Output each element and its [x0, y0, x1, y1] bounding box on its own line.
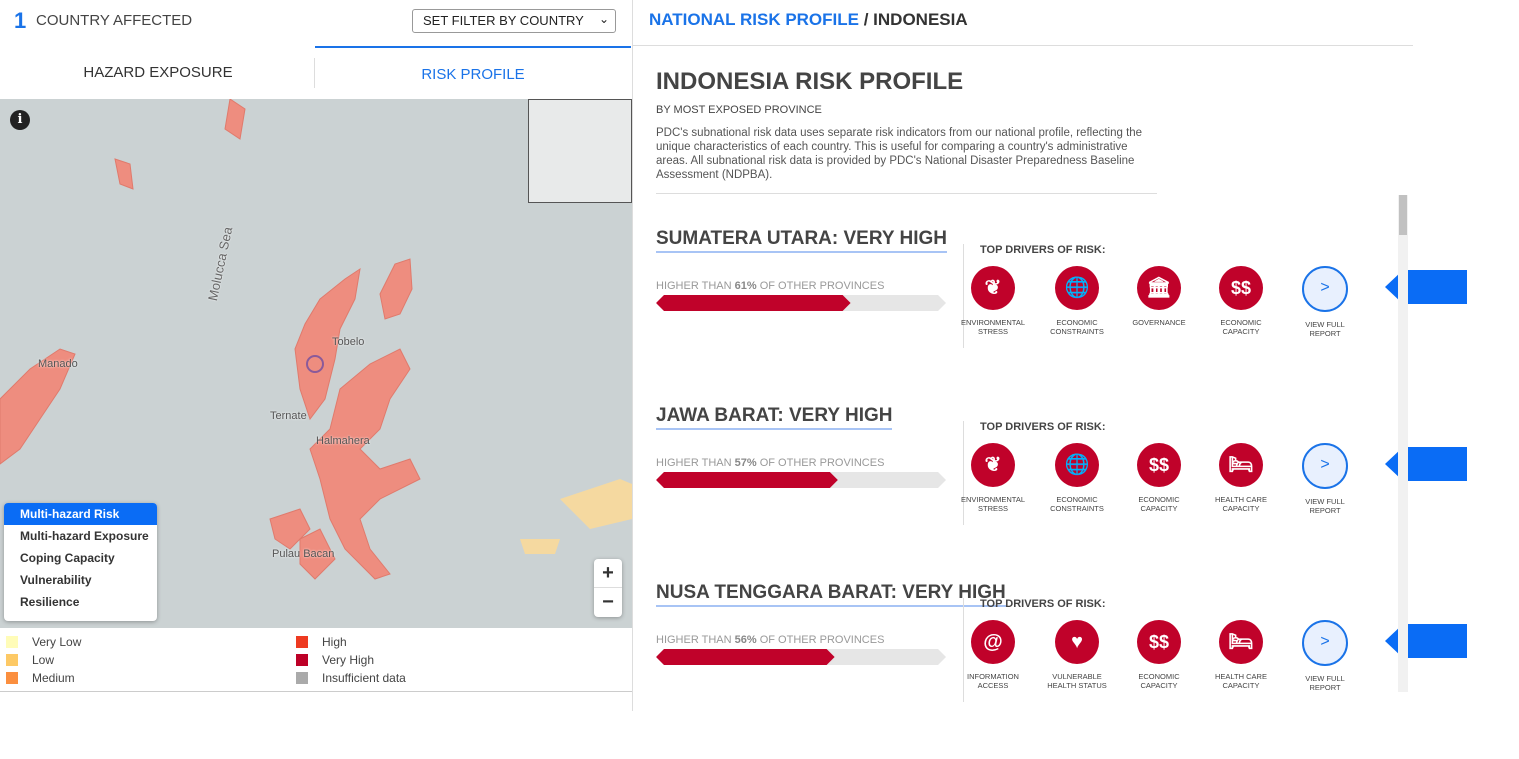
drivers-label: TOP DRIVERS OF RISK: — [980, 421, 1106, 433]
legend-item: Low — [6, 651, 81, 669]
risk-driver[interactable]: 🌐 ECONOMIC CONSTRAINTS — [1037, 266, 1117, 336]
country-count-label: COUNTRY AFFECTED — [36, 12, 193, 29]
view-full-report-button[interactable]: > VIEW FULL REPORT — [1285, 443, 1365, 515]
percentile-text: HIGHER THAN 61% OF OTHER PROVINCES — [656, 280, 885, 292]
legend-item: Very Low — [6, 633, 81, 651]
risk-profile-panel: NATIONAL RISK PROFILE / INDONESIA INDONE… — [633, 0, 1467, 711]
zoom-in-button[interactable]: + — [594, 559, 622, 588]
map-label-tobelo: Tobelo — [332, 336, 365, 348]
info-icon[interactable]: i — [10, 110, 30, 130]
country-count: 1 — [14, 8, 27, 33]
books-at-icon: @ — [971, 620, 1015, 664]
risk-driver[interactable]: @ INFORMATION ACCESS — [953, 620, 1033, 690]
percentile-text: HIGHER THAN 57% OF OTHER PROVINCES — [656, 457, 885, 469]
legend-item: Medium — [6, 669, 81, 687]
leaf-icon: ❦ — [971, 266, 1015, 310]
legend-item: High — [296, 633, 406, 651]
breadcrumb: NATIONAL RISK PROFILE / INDONESIA — [633, 0, 1413, 46]
risk-bar-fill — [656, 295, 851, 311]
filter-value: SET FILTER BY COUNTRY — [423, 13, 584, 28]
risk-driver[interactable]: ♥ VULNERABLE HEALTH STATUS — [1037, 620, 1117, 690]
legend-item: Very High — [296, 651, 406, 669]
government-building-icon: 🏛 — [1137, 266, 1181, 310]
dollar-icon: $$ — [1219, 266, 1263, 310]
risk-driver[interactable]: $$ ECONOMIC CAPACITY — [1119, 443, 1199, 513]
globe-dollar-icon: 🌐 — [1055, 266, 1099, 310]
layer-option[interactable]: Multi-hazard Risk — [4, 503, 157, 525]
map[interactable]: Molucca Sea Manado Tobelo Ternate Halmah… — [0, 99, 632, 628]
risk-driver[interactable]: ❦ ENVIRONMENTAL STRESS — [953, 266, 1033, 336]
map-label-manado: Manado — [38, 358, 78, 370]
divider — [656, 193, 1157, 194]
view-full-report-button[interactable]: > VIEW FULL REPORT — [1285, 266, 1365, 338]
zoom-out-button[interactable]: − — [594, 588, 622, 617]
chevron-right-icon: > — [1302, 620, 1348, 666]
country-filter-select[interactable]: SET FILTER BY COUNTRY ⌄ — [412, 9, 616, 33]
breadcrumb-national-link[interactable]: NATIONAL RISK PROFILE — [649, 10, 859, 29]
risk-driver[interactable]: 🌐 ECONOMIC CONSTRAINTS — [1037, 443, 1117, 513]
risk-driver[interactable]: 🛏 HEALTH CARE CAPACITY — [1201, 443, 1281, 513]
risk-driver[interactable]: $$ ECONOMIC CAPACITY — [1201, 266, 1281, 336]
hospital-bed-icon: 🛏 — [1219, 443, 1263, 487]
layer-option[interactable]: Resilience — [4, 591, 157, 613]
dollar-icon: $$ — [1137, 620, 1181, 664]
risk-driver[interactable]: ❦ ENVIRONMENTAL STRESS — [953, 443, 1033, 513]
leaf-icon: ❦ — [971, 443, 1015, 487]
overview-minimap[interactable] — [528, 99, 632, 203]
chevron-right-icon: > — [1302, 266, 1348, 312]
layer-option[interactable]: Vulnerability — [4, 569, 157, 591]
percentile-text: HIGHER THAN 56% OF OTHER PROVINCES — [656, 634, 885, 646]
left-header: 1 COUNTRY AFFECTED SET FILTER BY COUNTRY… — [0, 0, 632, 46]
layer-option[interactable]: Multi-hazard Exposure — [4, 525, 157, 547]
province-section: JAWA BARAT: VERY HIGH HIGHER THAN 57% OF… — [656, 405, 1467, 582]
legend-item: Insufficient data — [296, 669, 406, 687]
chevron-down-icon: ⌄ — [598, 12, 609, 26]
layer-selector: Multi-hazard Risk Multi-hazard Exposure … — [4, 503, 157, 621]
map-panel: 1 COUNTRY AFFECTED SET FILTER BY COUNTRY… — [0, 0, 633, 711]
layer-option[interactable]: Coping Capacity — [4, 547, 157, 569]
province-section: NUSA TENGGARA BARAT: VERY HIGH HIGHER TH… — [656, 582, 1467, 759]
chevron-right-icon: > — [1302, 443, 1348, 489]
risk-bar-fill — [656, 649, 835, 665]
map-label-ternate: Ternate — [270, 410, 307, 422]
risk-driver[interactable]: $$ ECONOMIC CAPACITY — [1119, 620, 1199, 690]
dollar-icon: $$ — [1137, 443, 1181, 487]
tab-risk-profile[interactable]: RISK PROFILE — [315, 46, 631, 99]
drivers-label: TOP DRIVERS OF RISK: — [980, 244, 1106, 256]
hospital-bed-icon: 🛏 — [1219, 620, 1263, 664]
view-full-report-button[interactable]: > VIEW FULL REPORT — [1285, 620, 1365, 692]
map-legend: Very Low Low Medium High Very High Insuf… — [0, 628, 632, 692]
globe-dollar-icon: 🌐 — [1055, 443, 1099, 487]
description: PDC's subnational risk data uses separat… — [656, 127, 1143, 181]
page-subtitle: BY MOST EXPOSED PROVINCE — [656, 104, 822, 116]
map-label-halmahera: Halmahera — [316, 435, 370, 447]
province-title: SUMATERA UTARA: VERY HIGH — [656, 228, 947, 253]
risk-bar-fill — [656, 472, 838, 488]
province-title: NUSA TENGGARA BARAT: VERY HIGH — [656, 582, 1006, 607]
risk-bar — [656, 295, 946, 311]
province-section: SUMATERA UTARA: VERY HIGH HIGHER THAN 61… — [656, 228, 1467, 405]
heart-pulse-icon: ♥ — [1055, 620, 1099, 664]
province-title: JAWA BARAT: VERY HIGH — [656, 405, 893, 430]
scrollbar[interactable] — [1398, 195, 1408, 692]
zoom-control: + − — [594, 559, 622, 617]
risk-bar — [656, 649, 946, 665]
breadcrumb-current: INDONESIA — [873, 10, 968, 29]
scrollbar-thumb[interactable] — [1399, 195, 1407, 235]
risk-bar — [656, 472, 946, 488]
page-title: INDONESIA RISK PROFILE — [656, 68, 964, 95]
map-label-bacan: Pulau Bacan — [272, 548, 335, 560]
drivers-label: TOP DRIVERS OF RISK: — [980, 598, 1106, 610]
risk-driver[interactable]: 🏛 GOVERNANCE — [1119, 266, 1199, 327]
tab-hazard-exposure[interactable]: HAZARD EXPOSURE — [0, 46, 316, 99]
risk-driver[interactable]: 🛏 HEALTH CARE CAPACITY — [1201, 620, 1281, 690]
